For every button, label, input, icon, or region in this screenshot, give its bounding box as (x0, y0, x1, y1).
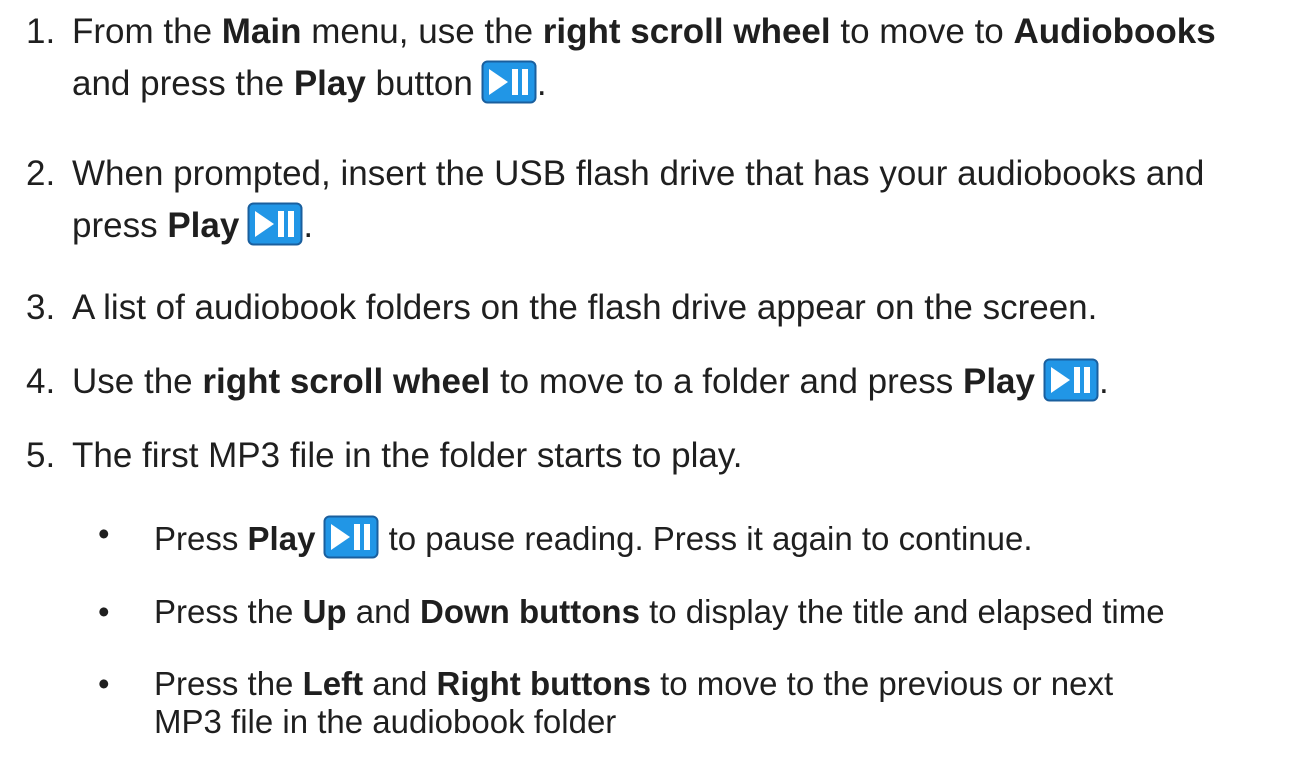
text-run: . (1098, 362, 1109, 401)
step-number: 5. (26, 436, 56, 475)
text-run: to move to (830, 12, 1014, 51)
step-line: From the Main menu, use the right scroll… (72, 6, 1314, 58)
step-number: 3. (26, 288, 56, 327)
bullet-line: Press Play to pause reading. Press it ag… (154, 515, 1314, 559)
bullet-marker: • (98, 515, 110, 552)
text-run: . (303, 206, 314, 245)
text-run: button (365, 64, 473, 103)
step-text: Use the right scroll wheel to move to a … (72, 356, 1314, 408)
bullet-text: Press the Up and Down buttons to display… (154, 593, 1314, 631)
play-pause-icon (481, 60, 537, 104)
step-line: The first MP3 file in the folder starts … (72, 430, 1314, 482)
instructions-document: 1. From the Main menu, use the right scr… (0, 0, 1314, 775)
text-run: and (363, 665, 437, 702)
play-pause-icon (323, 515, 379, 559)
bold-run: Play (167, 206, 240, 245)
text-run: to move to a folder and press (490, 362, 963, 401)
step-line: Use the right scroll wheel to move to a … (72, 356, 1314, 408)
bold-run: Main (221, 12, 302, 51)
bold-run: Down buttons (419, 593, 640, 630)
bold-run: Right buttons (436, 665, 651, 702)
step-text: When prompted, insert the USB flash driv… (72, 148, 1314, 252)
step-text: The first MP3 file in the folder starts … (72, 430, 1314, 482)
text-run: MP3 file in the audiobook folder (154, 703, 617, 740)
step-number: 4. (26, 362, 56, 401)
bold-run: right scroll wheel (542, 12, 831, 51)
play-pause-icon (1043, 358, 1099, 402)
text-run: to pause reading. Press it again to cont… (379, 520, 1033, 557)
text-run: Press the (154, 593, 303, 630)
play-pause-icon (247, 202, 303, 246)
bold-run: Play (247, 520, 316, 557)
bullet-text: Press the Left and Right buttons to move… (154, 665, 1314, 741)
step-line: A list of audiobook folders on the flash… (72, 282, 1314, 334)
text-run: . (536, 64, 547, 103)
step-number: 2. (26, 154, 56, 193)
text-run: and press the (72, 64, 294, 103)
bold-run: right scroll wheel (202, 362, 491, 401)
bullet-line: Press the Up and Down buttons to display… (154, 593, 1314, 631)
text-run: Use the (72, 362, 203, 401)
text-run: press (72, 206, 168, 245)
text-run: From the (72, 12, 222, 51)
text-run: and (346, 593, 420, 630)
bullet-marker: • (98, 593, 110, 630)
text-run: to display the title and elapsed time (639, 593, 1165, 630)
bullet-text: Press Play to pause reading. Press it ag… (154, 515, 1314, 559)
text-run: menu, use the (301, 12, 543, 51)
text-run: The first MP3 file in the folder starts … (72, 436, 743, 475)
bullet-line: MP3 file in the audiobook folder (154, 703, 1314, 741)
bullet-marker: • (98, 665, 110, 702)
bullet-line: Press the Left and Right buttons to move… (154, 665, 1314, 703)
text-run: A list of audiobook folders on the flash… (72, 288, 1098, 327)
bold-run: Left (302, 665, 364, 702)
step-line: press Play. (72, 200, 1314, 252)
step-text: From the Main menu, use the right scroll… (72, 6, 1314, 110)
text-run: When prompted, insert the USB flash driv… (72, 154, 1205, 193)
bold-run: Audiobooks (1013, 12, 1216, 51)
bold-run: Up (302, 593, 347, 630)
step-line: and press the Play button. (72, 58, 1314, 110)
bold-run: Play (293, 64, 366, 103)
text-run: to move to the previous or next (650, 665, 1114, 702)
text-run: Press the (154, 665, 303, 702)
bold-run: Play (962, 362, 1035, 401)
step-line: When prompted, insert the USB flash driv… (72, 148, 1314, 200)
step-number: 1. (26, 12, 56, 51)
text-run: Press (154, 520, 248, 557)
step-text: A list of audiobook folders on the flash… (72, 282, 1314, 334)
